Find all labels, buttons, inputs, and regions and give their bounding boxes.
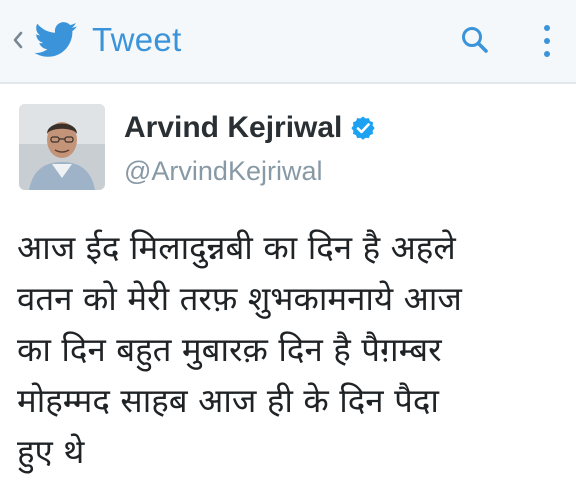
vertical-dots-icon — [543, 24, 551, 62]
author-display-name: Arvind Kejriwal — [124, 111, 343, 144]
tweet-text-line: वतन को मेरी तरफ़ शुभकामनाये आज — [17, 279, 462, 318]
author-name-row[interactable]: Arvind Kejriwal — [124, 108, 376, 148]
more-options-button[interactable] — [530, 20, 564, 66]
author-handle[interactable]: @ArvindKejriwal — [124, 156, 322, 187]
verified-badge-icon — [350, 115, 376, 141]
back-button[interactable]: Tweet — [0, 12, 182, 68]
avatar[interactable] — [19, 104, 105, 190]
top-app-bar: Tweet — [0, 0, 576, 84]
tweet-text-line: मोहम्मद साहब आज ही के दिन पैदा — [17, 381, 439, 420]
tweet-text-line: आज ईद मिलादुन्नबी का दिन है अहले — [17, 228, 456, 267]
screen-title: Tweet — [92, 21, 182, 58]
search-icon — [460, 25, 490, 59]
chevron-left-icon — [10, 28, 26, 52]
search-button[interactable] — [452, 20, 498, 64]
tweet-text-line: का दिन बहुत मुबारक़ दिन है पैग़म्बर — [17, 330, 442, 369]
tweet-text: आज ईद मिलादुन्नबी का दिन है अहले वतन को … — [17, 222, 565, 477]
tweet-text-line: हुए थे — [17, 432, 85, 471]
twitter-bird-icon — [34, 21, 78, 59]
tweet-detail-screen: Tweet Arvind Kejriwal @ArvindKejriwal आज… — [0, 0, 576, 497]
